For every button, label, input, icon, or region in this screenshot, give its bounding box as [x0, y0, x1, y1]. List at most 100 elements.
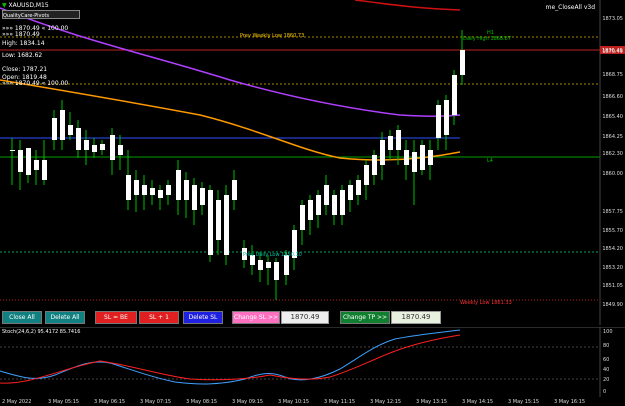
candle-body [452, 75, 457, 115]
candle-body [100, 144, 105, 150]
price-tick-label: 1866.60 [602, 94, 623, 100]
time-tick-label: 3 May 16:15 [554, 399, 585, 405]
stoch-tick-label: 80 [603, 343, 609, 349]
prev-daily-low-label: Prev Daily Low 1850.10 [243, 252, 302, 258]
price-tick-label: 1873.05 [602, 16, 623, 22]
price-tick-label: 1851.05 [602, 283, 623, 289]
candle-body [224, 195, 229, 255]
daily-high-label: Daily High 1868.87 [463, 36, 511, 42]
delete-sl-button[interactable]: Delete SL [183, 311, 223, 324]
candle-body [364, 165, 369, 185]
candle-body [266, 262, 271, 268]
candle-body [404, 150, 409, 165]
candle-body [68, 125, 73, 135]
candle-body [316, 195, 321, 215]
sl-value-input[interactable]: 1870.49 [281, 311, 329, 324]
candle-body [126, 175, 131, 200]
stoch-label: Stoch(24,6,2) 95.4172 85.7416 [2, 329, 80, 335]
candle-body [300, 205, 305, 230]
candle-body [380, 140, 385, 165]
ea-label: me_CloseAll v3d [545, 4, 595, 11]
time-tick-label: 3 May 06:15 [94, 399, 125, 405]
candle-body [150, 188, 155, 195]
candle-body [166, 185, 171, 195]
candle-body [428, 150, 433, 165]
info-line-3: High: 1834.14 [2, 40, 45, 47]
candle-body [134, 180, 139, 195]
time-tick-label: 3 May 08:15 [186, 399, 217, 405]
price-tick-label: 1855.70 [602, 228, 623, 234]
candle-body [436, 105, 441, 138]
candle-body [158, 190, 163, 198]
sl-be-button[interactable]: SL = BE [95, 311, 137, 324]
time-tick-label: 3 May 12:15 [370, 399, 401, 405]
candle-body [284, 255, 289, 275]
delete-all-button[interactable]: Delete All [45, 311, 85, 324]
candle-body [200, 188, 205, 205]
price-tick-label: 1865.40 [602, 114, 623, 120]
close-all-button[interactable]: Close All [2, 311, 42, 324]
candle-body [10, 150, 15, 151]
time-tick-label: 3 May 05:15 [48, 399, 79, 405]
candle-body [348, 185, 353, 200]
weekly-low-label: Weekly Low 1861.33 [460, 300, 512, 306]
h1-label: H1 [487, 30, 494, 36]
candle-body [92, 145, 97, 152]
candle-body [340, 190, 345, 215]
symbol-label: XAUUSD,M15 [8, 2, 49, 9]
change-tp-button[interactable]: Change TP >> [340, 311, 390, 324]
stoch-tick-label: 60 [603, 357, 609, 363]
time-tick-label: 3 May 07:15 [140, 399, 171, 405]
candle-body [332, 195, 337, 215]
price-chart[interactable]: Prev Weekly Low 1860.73 Daily High 1868.… [0, 0, 625, 325]
candle-body [388, 136, 393, 150]
candle-body [216, 200, 221, 240]
time-tick-label: 3 May 14:15 [462, 399, 493, 405]
candle-body [274, 262, 279, 280]
price-tick-label: 1860.00 [602, 171, 623, 177]
price-tick-label: 1849.90 [602, 302, 623, 308]
price-tick-label: 1853.20 [602, 265, 623, 271]
candle-body [412, 152, 417, 172]
info-line-4: Low: 1682.62 [2, 52, 43, 59]
candle-body [308, 200, 313, 220]
info-line-7: »»» 1870.49 « 100.00 [2, 80, 69, 87]
time-tick-label: 3 May 13:15 [416, 399, 447, 405]
candle-body [396, 130, 401, 150]
price-tick-label: 1870.49 [602, 49, 623, 55]
candle-body [192, 185, 197, 210]
candle-body [42, 160, 47, 180]
candle-body [60, 110, 65, 140]
stochastic-chart[interactable]: Stoch(24,6,2) 95.4172 85.7416 100 80 60 40 2… [0, 327, 625, 397]
candle-body [118, 145, 123, 155]
candle-body [26, 148, 31, 175]
candle-body [142, 185, 147, 195]
tp-value-input[interactable]: 1870.49 [391, 311, 441, 324]
candle-body [460, 50, 465, 75]
candle-body [232, 180, 237, 200]
time-tick-label: 3 May 11:15 [324, 399, 355, 405]
candle-body [76, 128, 81, 150]
candle-body [18, 150, 23, 172]
candle-body [258, 260, 263, 270]
candle-body [208, 190, 213, 255]
candle-body [52, 118, 57, 140]
prev-weekly-low-label: Prev Weekly Low 1860.73 [240, 33, 304, 39]
indicator-box[interactable]: QualityCare-Pivots [2, 10, 80, 19]
candle-body [356, 180, 361, 195]
candle-body [84, 140, 89, 150]
change-sl-button[interactable]: Change SL >> [232, 311, 280, 324]
time-axis: 2 May 2022 3 May 05:15 3 May 06:15 3 May 07… [2, 399, 585, 405]
sl-plus1-button[interactable]: SL + 1 [139, 311, 179, 324]
price-tick-label: 1864.25 [602, 134, 623, 140]
candle-body [420, 145, 425, 170]
stoch-tick-label: 40 [603, 367, 609, 373]
stoch-tick-label: 20 [603, 377, 609, 383]
price-tick-label: 1854.20 [602, 246, 623, 252]
candle-body [372, 155, 377, 175]
price-tick-label: 1862.30 [602, 151, 623, 157]
time-tick-label: 3 May 09:15 [232, 399, 263, 405]
symbol-icon: ▼ [2, 2, 7, 9]
time-tick-label: 2 May 2022 [2, 399, 31, 405]
candle-body [34, 160, 39, 170]
